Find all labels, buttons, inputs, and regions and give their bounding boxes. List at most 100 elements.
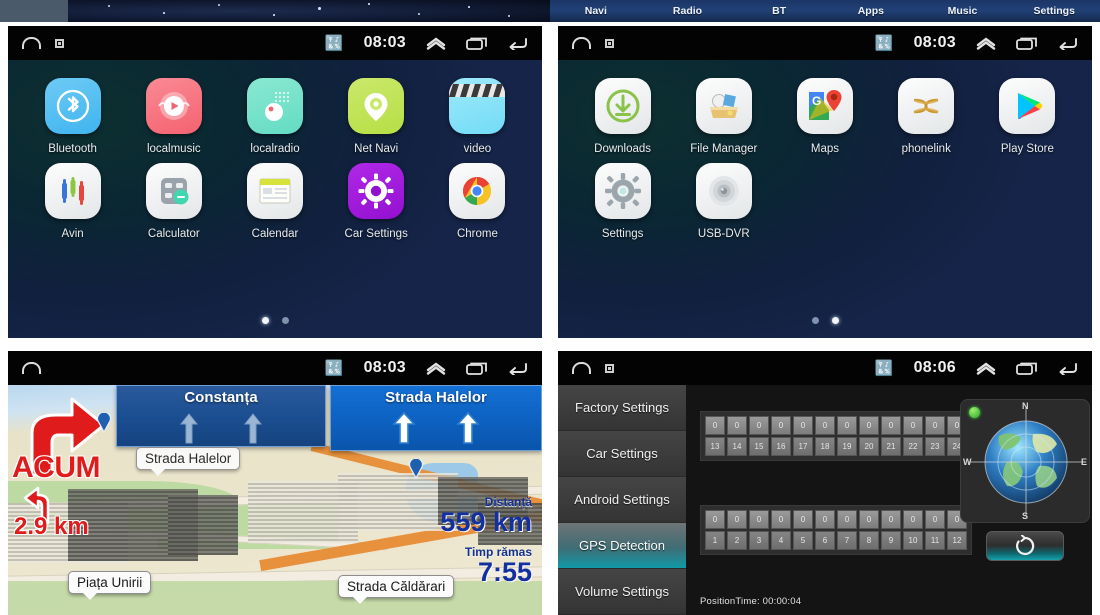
phonelink-icon — [898, 78, 955, 134]
app-play-store[interactable]: Play Store — [977, 78, 1078, 155]
poi-piata-unirii: Piața Unirii — [68, 571, 152, 600]
page-indicator-2 — [558, 317, 1092, 324]
home-icon[interactable] — [572, 37, 591, 49]
map-pin-icon — [408, 459, 424, 479]
chevron-up-icon[interactable] — [976, 36, 996, 50]
app-label: Calculator — [147, 228, 200, 240]
recent-apps-icon[interactable] — [466, 36, 488, 50]
app-car-settings[interactable]: Car Settings — [326, 163, 427, 240]
satellite-ids-row: 13 14 15 16 17 18 19 20 21 22 23 24 — [704, 436, 968, 457]
app-label: localmusic — [146, 143, 201, 155]
satellite-id-cell: 5 — [793, 531, 813, 550]
app-localradio[interactable]: localradio — [224, 78, 325, 155]
back-icon[interactable] — [1058, 361, 1078, 375]
navigation-map-view[interactable]: Constanța Strada Halelor ACUM 2.9 km Str… — [8, 385, 542, 615]
app-file-manager[interactable]: File Manager — [673, 78, 774, 155]
menu-item-apps[interactable]: Apps — [825, 5, 917, 17]
bluetooth-icon: 🔣 — [324, 359, 344, 377]
app-settings[interactable]: Settings — [572, 163, 673, 240]
trip-time: Timp rămas 7:55 — [465, 545, 532, 586]
panel-bottom-right: 🔣 08:06 Factory Settings Car Settings An… — [550, 345, 1100, 615]
app-maps[interactable]: G Maps — [774, 78, 875, 155]
menu-item-bt[interactable]: BT — [733, 5, 825, 17]
app-drawer-2: Downloads File Manager G Maps phonelink … — [558, 60, 1092, 338]
app-net-navi[interactable]: Net Navi — [326, 78, 427, 155]
next-turn-distance: 2.9 km — [14, 513, 89, 540]
app-phonelink[interactable]: phonelink — [876, 78, 977, 155]
menu-item-settings[interactable]: Settings — [1008, 5, 1100, 17]
sign-arrows — [391, 410, 481, 444]
sidebar-item-android-settings[interactable]: Android Settings — [558, 477, 686, 523]
satellite-signal-cell: 0 — [727, 416, 747, 435]
screenshot-icon[interactable] — [605, 38, 614, 48]
app-calculator[interactable]: Calculator — [123, 163, 224, 240]
screenshot-icon[interactable] — [55, 38, 64, 48]
satellite-signal-cell: 0 — [793, 416, 813, 435]
satellite-id-cell: 2 — [727, 531, 747, 550]
compass-south: S — [1022, 511, 1029, 521]
satellite-id-cell: 22 — [903, 437, 923, 456]
avin-icon — [44, 163, 101, 219]
app-usb-dvr[interactable]: USB-DVR — [673, 163, 774, 240]
satellite-id-cell: 9 — [881, 531, 901, 550]
recent-apps-icon[interactable] — [1016, 36, 1038, 50]
bluetooth-icon: 🔣 — [324, 34, 344, 52]
satellite-id-cell: 14 — [727, 437, 747, 456]
app-chrome[interactable]: Chrome — [427, 163, 528, 240]
menu-item-radio[interactable]: Radio — [642, 5, 734, 17]
recent-apps-icon[interactable] — [466, 361, 488, 375]
gps-detection-content: 000000000000 13 14 15 16 17 18 19 20 21 22 23 24 00… — [686, 385, 1092, 615]
back-icon[interactable] — [508, 361, 528, 375]
straight-arrow-icon — [456, 411, 480, 444]
back-icon[interactable] — [1058, 36, 1078, 50]
chevron-up-icon[interactable] — [976, 361, 996, 375]
google-maps-icon: G — [796, 78, 853, 134]
satellite-id-cell: 4 — [771, 531, 791, 550]
page-dot-2[interactable] — [281, 317, 289, 324]
sidebar-item-car-settings[interactable]: Car Settings — [558, 431, 686, 477]
chevron-up-icon[interactable] — [426, 361, 446, 375]
panel-top-right: Navi Radio BT Apps Music Settings 🔣 08:0… — [550, 0, 1100, 345]
screenshot-icon[interactable] — [605, 363, 614, 373]
signboard-strada-halelor: Strada Halelor — [330, 385, 542, 451]
page-dot-1[interactable] — [261, 317, 269, 324]
recent-apps-icon[interactable] — [1016, 361, 1038, 375]
sign-arrows — [176, 410, 266, 444]
menu-item-navi[interactable]: Navi — [550, 5, 642, 17]
sidebar-item-gps-detection[interactable]: GPS Detection — [558, 523, 686, 569]
satellite-ids-row: 1 2 3 4 5 6 7 8 9 10 11 12 — [704, 530, 968, 551]
satellite-id-cell: 7 — [837, 531, 857, 550]
back-icon[interactable] — [508, 36, 528, 50]
home-icon[interactable] — [22, 37, 41, 49]
sidebar-item-factory-settings[interactable]: Factory Settings — [558, 385, 686, 431]
satellite-signal-cell: 0 — [837, 510, 857, 529]
app-avin[interactable]: Avin — [22, 163, 123, 240]
time-value: 7:55 — [477, 557, 532, 587]
satellite-id-cell: 6 — [815, 531, 835, 550]
app-label: Chrome — [456, 228, 498, 240]
app-video[interactable]: video — [427, 78, 528, 155]
satellite-values-row: 000000000000 — [704, 415, 968, 436]
gps-refresh-button[interactable] — [986, 531, 1064, 561]
settings-container: Factory Settings Car Settings Android Se… — [558, 385, 1092, 615]
satellite-signal-cell: 0 — [881, 416, 901, 435]
app-calendar[interactable]: Calendar — [224, 163, 325, 240]
chevron-up-icon[interactable] — [426, 36, 446, 50]
trip-distance: Distanță 559 km — [440, 495, 532, 536]
status-bar-1: 🔣 08:03 — [8, 26, 542, 60]
home-icon[interactable] — [572, 362, 591, 374]
app-downloads[interactable]: Downloads — [572, 78, 673, 155]
satellite-signal-cell: 0 — [749, 416, 769, 435]
starfield-strip — [0, 0, 550, 22]
menu-item-music[interactable]: Music — [917, 5, 1009, 17]
page-dot-1[interactable] — [811, 317, 819, 324]
sidebar-item-volume-settings[interactable]: Volume Settings — [558, 569, 686, 615]
status-time: 08:03 — [363, 34, 406, 51]
app-bluetooth[interactable]: Bluetooth — [22, 78, 123, 155]
screenshot-grid: 🔣 08:03 Bluetooth localmusic localradio … — [0, 0, 1100, 615]
app-label: localradio — [250, 143, 300, 155]
page-dot-2[interactable] — [831, 317, 839, 324]
app-label: Net Navi — [354, 143, 399, 155]
app-localmusic[interactable]: localmusic — [123, 78, 224, 155]
home-icon[interactable] — [22, 362, 41, 374]
